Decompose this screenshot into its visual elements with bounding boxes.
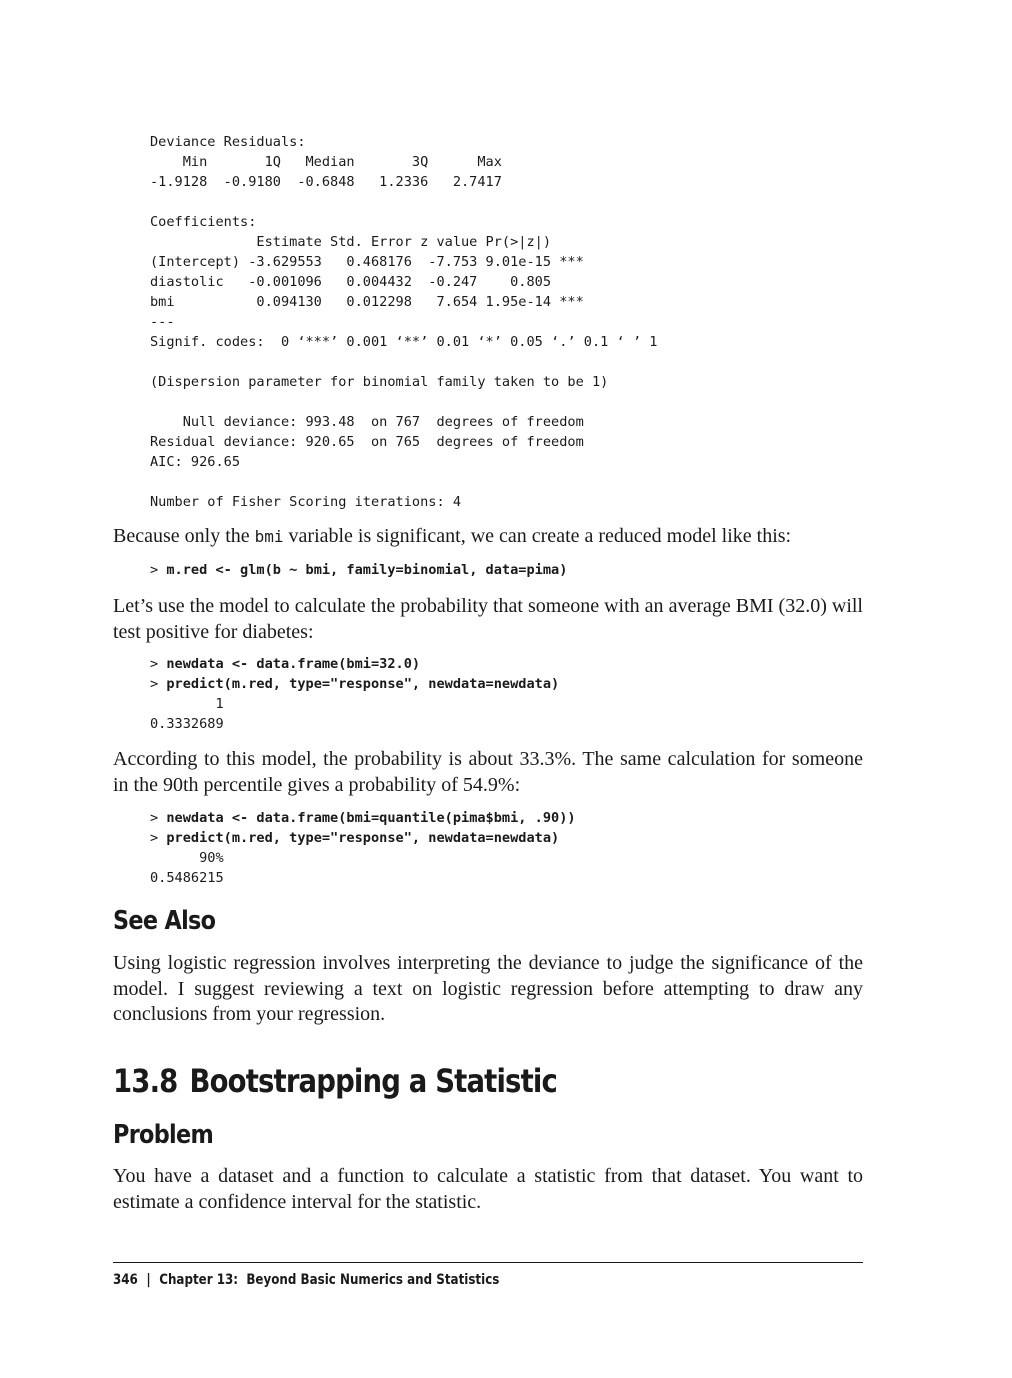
code-line: > newdata <- data.frame(bmi=quantile(pim… xyxy=(150,808,576,828)
glm-summary-output: Deviance Residuals: Min 1Q Median 3Q Max… xyxy=(150,132,657,512)
code-predict-average: > newdata <- data.frame(bmi=32.0) > predi… xyxy=(150,654,559,734)
code-line: (Dispersion parameter for binomial famil… xyxy=(150,374,609,390)
section-title-text: Bootstrapping a Statistic xyxy=(189,1062,557,1100)
see-also-heading: See Also xyxy=(113,906,216,936)
paragraph-reduced-model: Because only the bmi variable is signifi… xyxy=(113,524,863,550)
code-line: Number of Fisher Scoring iterations: 4 xyxy=(150,494,461,510)
r-command: predict(m.red, type="response", newdata=… xyxy=(166,676,560,692)
footer-separator: | xyxy=(146,1272,151,1288)
code-output: 90% xyxy=(150,850,224,866)
code-line: Residual deviance: 920.65 on 765 degrees… xyxy=(150,434,584,450)
inline-code: bmi xyxy=(254,527,284,546)
paragraph-text: variable is significant, we can create a… xyxy=(283,525,792,547)
page-number: 346 xyxy=(113,1272,138,1288)
r-prompt: > xyxy=(150,810,167,826)
problem-text: You have a dataset and a function to cal… xyxy=(113,1165,863,1213)
code-line: Estimate Std. Error z value Pr(>|z|) xyxy=(150,234,552,250)
code-line: Min 1Q Median 3Q Max xyxy=(150,154,502,170)
r-command: m.red <- glm(b ~ bmi, family=binomial, d… xyxy=(166,562,568,578)
r-command: predict(m.red, type="response", newdata=… xyxy=(166,830,560,846)
see-also-text: Using logistic regression involves inter… xyxy=(113,952,863,1025)
footer-rule xyxy=(113,1262,863,1263)
r-prompt: > xyxy=(150,562,167,578)
section-number: 13.8 xyxy=(113,1062,178,1100)
code-line: > predict(m.red, type="response", newdat… xyxy=(150,828,576,848)
section-title: 13.8 Bootstrapping a Statistic xyxy=(113,1062,558,1100)
page-footer: 346 | Chapter 13: Beyond Basic Numerics an… xyxy=(113,1272,499,1288)
code-output: 0.5486215 xyxy=(150,870,224,886)
code-line: bmi 0.094130 0.012298 7.654 1.95e-14 *** xyxy=(150,294,584,310)
r-prompt: > xyxy=(150,676,167,692)
book-page: Deviance Residuals: Min 1Q Median 3Q Max… xyxy=(0,0,1012,1378)
r-prompt: > xyxy=(150,830,167,846)
code-line: Deviance Residuals: xyxy=(150,134,306,150)
code-line: > predict(m.red, type="response", newdat… xyxy=(150,674,559,694)
code-line: diastolic -0.001096 0.004432 -0.247 0.80… xyxy=(150,274,552,290)
code-line: Signif. codes: 0 ‘***’ 0.001 ‘**’ 0.01 ‘… xyxy=(150,334,658,350)
r-command: newdata <- data.frame(bmi=quantile(pima$… xyxy=(166,810,576,826)
paragraph-probability: According to this model, the probability… xyxy=(113,748,863,796)
code-line: (Intercept) -3.629553 0.468176 -7.753 9.… xyxy=(150,254,584,270)
code-line: Null deviance: 993.48 on 767 degrees of … xyxy=(150,414,584,430)
code-line: > m.red <- glm(b ~ bmi, family=binomial,… xyxy=(150,560,567,580)
code-output: 1 xyxy=(150,696,224,712)
code-line: AIC: 926.65 xyxy=(150,454,241,470)
code-line: --- xyxy=(150,314,175,330)
r-prompt: > xyxy=(150,656,167,672)
code-line: Coefficients: xyxy=(150,214,257,230)
code-predict-90th: > newdata <- data.frame(bmi=quantile(pim… xyxy=(150,808,576,888)
r-command: newdata <- data.frame(bmi=32.0) xyxy=(166,656,421,672)
chapter-title: Chapter 13: Beyond Basic Numerics and St… xyxy=(159,1272,500,1288)
code-output: 0.3332689 xyxy=(150,716,224,732)
paragraph-average-bmi: Let’s use the model to calculate the pro… xyxy=(113,595,863,643)
paragraph-text: Because only the xyxy=(113,525,255,547)
code-line: > newdata <- data.frame(bmi=32.0) xyxy=(150,654,559,674)
code-reduced-model: > m.red <- glm(b ~ bmi, family=binomial,… xyxy=(150,560,567,580)
problem-heading: Problem xyxy=(113,1120,214,1150)
code-line: -1.9128 -0.9180 -0.6848 1.2336 2.7417 xyxy=(150,174,502,190)
